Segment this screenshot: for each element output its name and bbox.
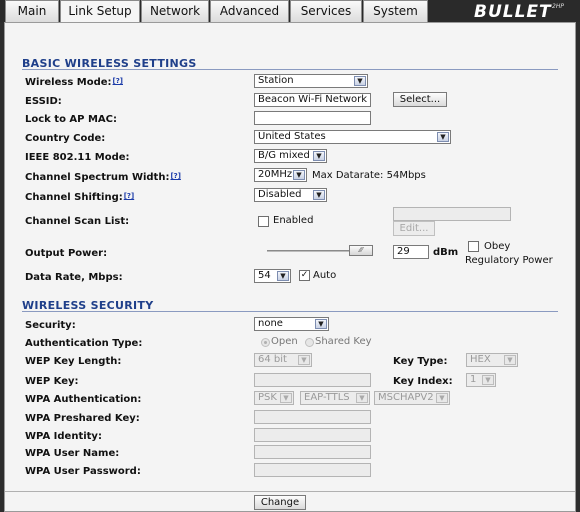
authentication-type-label: Authentication Type: bbox=[25, 338, 143, 349]
section-divider bbox=[22, 69, 558, 70]
essid-input[interactable]: Beacon Wi-Fi Network A bbox=[254, 93, 371, 107]
chevron-down-icon: ▼ bbox=[354, 76, 366, 86]
wpa-user-password-input[interactable] bbox=[254, 463, 371, 477]
wpa-auth-method-select[interactable]: PSK ▼ bbox=[254, 391, 294, 405]
chevron-down-icon: ▼ bbox=[298, 355, 310, 365]
spectrum-width-help-link[interactable]: [?] bbox=[170, 172, 180, 180]
essid-select-button[interactable]: Select... bbox=[393, 92, 447, 107]
max-datarate-text: Max Datarate: 54Mbps bbox=[312, 170, 426, 181]
obey-regulatory-checkbox[interactable] bbox=[468, 241, 479, 252]
channel-scan-edit-button[interactable]: Edit... bbox=[393, 221, 435, 236]
channel-shifting-help-link[interactable]: [?] bbox=[124, 192, 134, 200]
chevron-down-icon: ▼ bbox=[277, 271, 289, 281]
channel-scan-list-label: Channel Scan List: bbox=[25, 216, 130, 227]
wpa-inner-auth-select[interactable]: MSCHAPV2 ▼ bbox=[374, 391, 450, 405]
country-code-label: Country Code: bbox=[25, 133, 106, 144]
chevron-down-icon: ▼ bbox=[293, 170, 305, 180]
slider-handle[interactable]: ⁄⁄⁄ bbox=[349, 245, 373, 256]
wpa-eap-method-select[interactable]: EAP-TTLS ▼ bbox=[300, 391, 370, 405]
wep-key-length-select[interactable]: 64 bit ▼ bbox=[254, 353, 312, 367]
security-select[interactable]: none ▼ bbox=[254, 317, 329, 331]
chevron-down-icon: ▼ bbox=[436, 393, 448, 403]
chevron-down-icon: ▼ bbox=[313, 190, 325, 200]
wireless-mode-label: Wireless Mode:[?] bbox=[25, 77, 123, 88]
auth-open-label: Open bbox=[271, 336, 298, 347]
wireless-mode-select[interactable]: Station ▼ bbox=[254, 74, 368, 88]
output-power-slider[interactable]: ⁄⁄⁄ bbox=[267, 245, 373, 257]
data-rate-label: Data Rate, Mbps: bbox=[25, 272, 123, 283]
tab-link-setup[interactable]: Link Setup bbox=[60, 0, 140, 23]
wpa-identity-input[interactable] bbox=[254, 428, 371, 442]
channel-spectrum-width-label: Channel Spectrum Width:[?] bbox=[25, 172, 181, 183]
wep-key-length-label: WEP Key Length: bbox=[25, 356, 122, 367]
lock-ap-mac-label: Lock to AP MAC: bbox=[25, 114, 118, 125]
channel-shifting-label: Channel Shifting:[?] bbox=[25, 192, 135, 203]
wpa-user-name-label: WPA User Name: bbox=[25, 448, 120, 459]
key-index-select[interactable]: 1 ▼ bbox=[466, 373, 496, 387]
key-type-select[interactable]: HEX ▼ bbox=[466, 353, 518, 367]
wpa-user-password-label: WPA User Password: bbox=[25, 466, 141, 477]
tab-network[interactable]: Network bbox=[141, 0, 209, 22]
ieee-mode-label: IEEE 802.11 Mode: bbox=[25, 152, 130, 163]
data-rate-auto-checkbox[interactable]: ✓ bbox=[299, 270, 310, 281]
lock-ap-mac-input[interactable] bbox=[254, 111, 371, 125]
output-power-input[interactable]: 29 bbox=[393, 245, 429, 259]
channel-scan-enabled-checkbox[interactable] bbox=[258, 216, 269, 227]
key-type-label: Key Type: bbox=[393, 356, 448, 367]
chevron-down-icon: ▼ bbox=[356, 393, 368, 403]
tab-advanced[interactable]: Advanced bbox=[210, 0, 289, 22]
chevron-down-icon: ▼ bbox=[437, 132, 449, 142]
tab-services[interactable]: Services bbox=[290, 0, 362, 22]
data-rate-select[interactable]: 54 ▼ bbox=[254, 269, 291, 283]
data-rate-auto-label: Auto bbox=[313, 270, 337, 281]
wep-key-input[interactable] bbox=[254, 373, 371, 387]
output-power-label: Output Power: bbox=[25, 248, 108, 259]
link-setup-panel: BASIC WIRELESS SETTINGS Wireless Mode:[?… bbox=[4, 22, 576, 512]
channel-scan-list-input[interactable] bbox=[393, 207, 511, 221]
essid-label: ESSID: bbox=[25, 96, 62, 107]
ieee-mode-select[interactable]: B/G mixed ▼ bbox=[254, 149, 327, 163]
section-divider bbox=[22, 311, 558, 312]
chevron-down-icon: ▼ bbox=[504, 355, 516, 365]
tab-system[interactable]: System bbox=[363, 0, 428, 22]
wpa-preshared-key-label: WPA Preshared Key: bbox=[25, 413, 140, 424]
dbm-unit: dBm bbox=[433, 247, 459, 258]
auth-shared-key-label: Shared Key bbox=[315, 336, 372, 347]
chevron-down-icon: ▼ bbox=[280, 393, 292, 403]
chevron-down-icon: ▼ bbox=[315, 319, 327, 329]
tab-main[interactable]: Main bbox=[5, 0, 59, 22]
bullet-logo: BULLET bbox=[474, 2, 552, 22]
top-navigation-bar: Main Link Setup Network Advanced Service… bbox=[0, 0, 580, 23]
channel-shifting-select[interactable]: Disabled ▼ bbox=[254, 188, 327, 202]
obey-label: Obey bbox=[484, 241, 511, 252]
change-button[interactable]: Change bbox=[254, 495, 306, 510]
regulatory-power-label: Regulatory Power bbox=[465, 255, 553, 266]
channel-spectrum-width-select[interactable]: 20MHz ▼ bbox=[254, 168, 307, 182]
wpa-user-name-input[interactable] bbox=[254, 445, 371, 459]
wpa-identity-label: WPA Identity: bbox=[25, 431, 102, 442]
chevron-down-icon: ▼ bbox=[313, 151, 325, 161]
chevron-down-icon: ▼ bbox=[482, 375, 494, 385]
auth-open-radio[interactable] bbox=[261, 338, 270, 347]
wep-key-label: WEP Key: bbox=[25, 376, 79, 387]
key-index-label: Key Index: bbox=[393, 376, 453, 387]
logo-model-suffix: 2HP bbox=[552, 3, 564, 10]
auth-shared-key-radio[interactable] bbox=[305, 338, 314, 347]
wpa-authentication-label: WPA Authentication: bbox=[25, 394, 142, 405]
wpa-preshared-key-input[interactable] bbox=[254, 410, 371, 424]
wireless-mode-help-link[interactable]: [?] bbox=[113, 77, 123, 85]
security-label: Security: bbox=[25, 320, 76, 331]
country-code-select[interactable]: United States ▼ bbox=[254, 130, 451, 144]
bottom-divider bbox=[5, 491, 575, 492]
channel-scan-enabled-label: Enabled bbox=[273, 215, 314, 226]
